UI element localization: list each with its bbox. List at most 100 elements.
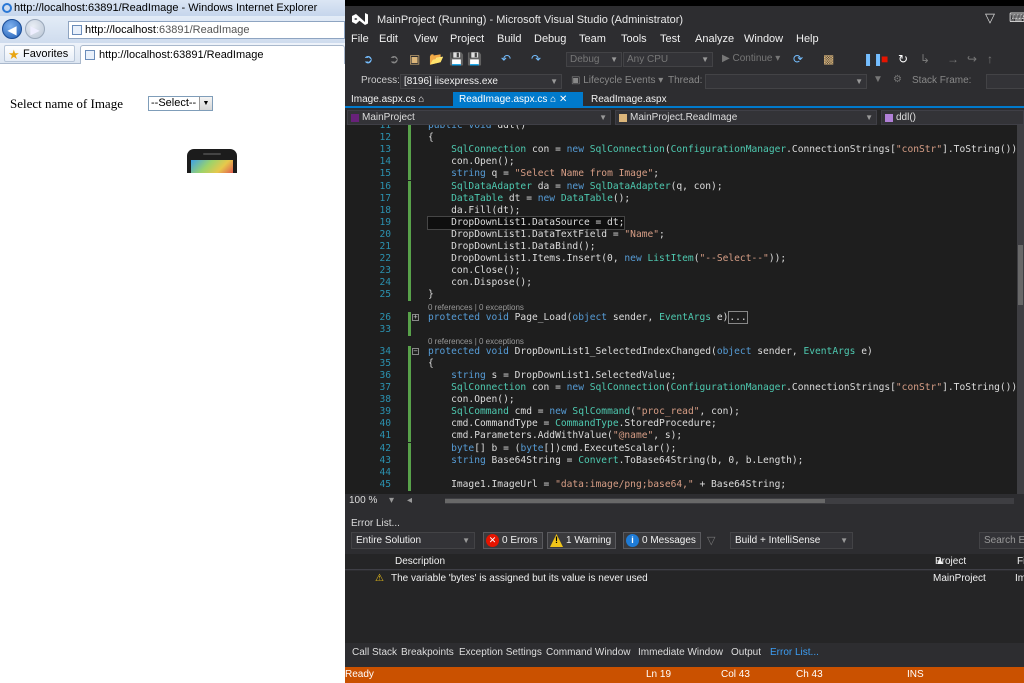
dropdown-arrow-icon[interactable]: ▼ bbox=[199, 97, 212, 110]
code-line[interactable]: 42 byte[] b = (byte[])cmd.ExecuteScalar(… bbox=[345, 442, 1017, 455]
open-file-icon[interactable]: 📂 bbox=[429, 52, 444, 66]
new-project-icon[interactable]: ▣ bbox=[409, 52, 420, 66]
messages-filter-button[interactable]: i 0 Messages bbox=[623, 532, 701, 549]
toggle-parallel-icon[interactable]: ⚙ bbox=[893, 74, 902, 85]
code-line[interactable]: 45 Image1.ImageUrl = "data:image/png;bas… bbox=[345, 478, 1017, 491]
menu-tools[interactable]: Tools bbox=[621, 33, 647, 45]
stop-icon[interactable]: ■ bbox=[881, 52, 888, 66]
code-line[interactable]: 26 + protected void Page_Load(object sende… bbox=[345, 310, 1017, 324]
menu-project[interactable]: Project bbox=[450, 33, 484, 45]
tab-readimage-aspx-cs[interactable]: ReadImage.aspx.cs ⌂ ✕ bbox=[453, 92, 583, 107]
pin-icon[interactable]: ⌂ bbox=[418, 94, 424, 105]
code-line[interactable]: 13 SqlConnection con = new SqlConnection… bbox=[345, 144, 1017, 157]
step-into-icon[interactable]: → bbox=[947, 52, 959, 66]
error-list-row[interactable]: ⚠ The variable 'bytes' is assigned but i… bbox=[345, 571, 1024, 586]
fold-toggle-icon[interactable]: − bbox=[412, 347, 419, 355]
lifecycle-events-button[interactable]: ▣ Lifecycle Events ▾ bbox=[571, 75, 663, 86]
thread-dropdown[interactable]: ▼ bbox=[705, 74, 867, 89]
filter-icon[interactable]: ▽ bbox=[985, 10, 995, 26]
code-line[interactable]: 41 cmd.Parameters.AddWithValue("@name", … bbox=[345, 430, 1017, 443]
menu-analyze[interactable]: Analyze bbox=[695, 33, 734, 45]
process-dropdown[interactable]: [8196] iisexpress.exe ▼ bbox=[400, 74, 562, 89]
code-line[interactable]: 39 SqlCommand cmd = new SqlCommand("proc… bbox=[345, 406, 1017, 419]
zoom-level[interactable]: 100 % bbox=[349, 495, 377, 506]
step-out-icon[interactable]: ↑ bbox=[987, 52, 993, 66]
code-line[interactable]: 36 string s = DropDownList1.SelectedValu… bbox=[345, 369, 1017, 382]
code-line[interactable]: 17 DataTable dt = new DataTable(); bbox=[345, 192, 1017, 205]
favorites-button[interactable]: ★ Favorites bbox=[4, 45, 76, 62]
code-line[interactable]: 44 bbox=[345, 466, 1017, 479]
code-line[interactable]: 15 string q = "Select Name from Image"; bbox=[345, 168, 1017, 181]
member-dropdown[interactable]: ddl() bbox=[881, 110, 1024, 125]
step-over-icon[interactable]: ↪ bbox=[967, 52, 977, 66]
code-line[interactable]: 43 string Base64String = Convert.ToBase6… bbox=[345, 454, 1017, 467]
code-line[interactable]: 40 cmd.CommandType = CommandType.StoredP… bbox=[345, 418, 1017, 431]
column-description[interactable]: Description bbox=[395, 554, 445, 570]
code-line[interactable]: 11 public void ddl() bbox=[345, 125, 1017, 132]
back-button[interactable]: ◀ bbox=[2, 19, 22, 39]
code-line[interactable]: 21 DropDownList1.DataBind(); bbox=[345, 241, 1017, 253]
browser-tab[interactable]: http://localhost:63891/ReadImage bbox=[80, 45, 345, 64]
code-line[interactable]: 12 { bbox=[345, 132, 1017, 145]
tab-image-aspx-cs[interactable]: Image.aspx.cs ⌂ bbox=[345, 92, 449, 107]
code-line[interactable]: 25} bbox=[345, 289, 1017, 302]
tab-command-window[interactable]: Command Window bbox=[546, 647, 630, 658]
tab-immediate-window[interactable]: Immediate Window bbox=[638, 647, 723, 658]
menu-build[interactable]: Build bbox=[497, 33, 521, 45]
code-line[interactable]: 37 SqlConnection con = new SqlConnection… bbox=[345, 382, 1017, 394]
undo-icon[interactable]: ↶ bbox=[501, 52, 511, 66]
close-icon[interactable]: ⌂ ✕ bbox=[550, 94, 567, 105]
platform-dropdown[interactable]: Any CPU ▼ bbox=[623, 52, 713, 67]
address-bar[interactable]: http://localhost:63891/ReadImage bbox=[68, 21, 345, 39]
fold-toggle-icon[interactable]: + bbox=[412, 313, 419, 321]
menu-team[interactable]: Team bbox=[579, 33, 606, 45]
stack-frame-dropdown[interactable] bbox=[986, 74, 1024, 89]
menu-window[interactable]: Window bbox=[744, 33, 783, 45]
scrollbar-thumb[interactable] bbox=[445, 499, 825, 503]
errors-filter-button[interactable]: ✕ 0 Errors bbox=[483, 532, 543, 549]
forward-button[interactable]: ▶ bbox=[25, 19, 45, 39]
error-list-search-input[interactable]: Search Err bbox=[979, 532, 1024, 549]
flag-threads-icon[interactable]: ▼ bbox=[873, 74, 883, 85]
tab-readimage-aspx[interactable]: ReadImage.aspx bbox=[585, 92, 685, 107]
tab-breakpoints[interactable]: Breakpoints bbox=[401, 647, 454, 658]
zoom-chevron-down-icon[interactable]: ▾ bbox=[389, 495, 394, 506]
tab-output[interactable]: Output bbox=[731, 647, 761, 658]
code-line[interactable]: 35 { bbox=[345, 357, 1017, 370]
column-file[interactable]: Fi bbox=[1017, 554, 1024, 570]
save-all-icon[interactable]: 💾 bbox=[467, 52, 482, 66]
code-line[interactable]: 23 con.Close(); bbox=[345, 265, 1017, 278]
restart-icon[interactable]: ↻ bbox=[898, 52, 908, 66]
forward-nav-icon[interactable]: ➲ bbox=[389, 52, 399, 66]
code-editor[interactable]: 11 public void ddl() 12 {13 SqlConnection c… bbox=[345, 125, 1017, 494]
code-line[interactable]: 22 DropDownList1.Items.Insert(0, new Lis… bbox=[345, 253, 1017, 266]
code-line[interactable]: 33 bbox=[345, 323, 1017, 336]
browser-link-icon[interactable]: ▩ bbox=[823, 52, 834, 66]
menu-file[interactable]: File bbox=[351, 33, 369, 45]
back-nav-icon[interactable]: ➲ bbox=[363, 52, 373, 66]
image-name-dropdown[interactable]: --Select-- ▼ bbox=[148, 96, 213, 111]
editor-horizontal-scrollbar[interactable] bbox=[445, 498, 1014, 504]
class-dropdown[interactable]: MainProject.ReadImage ▼ bbox=[615, 110, 877, 125]
code-line[interactable]: 19 DropDownList1.DataSource = dt; bbox=[345, 215, 1017, 230]
menu-test[interactable]: Test bbox=[660, 33, 680, 45]
project-dropdown[interactable]: MainProject ▼ bbox=[347, 110, 611, 125]
config-dropdown[interactable]: Debug ▼ bbox=[566, 52, 622, 67]
editor-vertical-scrollbar[interactable] bbox=[1017, 125, 1024, 494]
menu-view[interactable]: View bbox=[414, 33, 438, 45]
menu-debug[interactable]: Debug bbox=[534, 33, 566, 45]
code-line[interactable]: 20 DropDownList1.DataTextField = "Name"; bbox=[345, 228, 1017, 241]
scrollbar-thumb[interactable] bbox=[1018, 245, 1023, 305]
tab-call-stack[interactable]: Call Stack bbox=[352, 647, 397, 658]
code-line[interactable]: 34 − protected void DropDownList1_Selected… bbox=[345, 345, 1017, 358]
warnings-filter-button[interactable]: ! 1 Warning bbox=[547, 532, 617, 549]
scope-dropdown[interactable]: Entire Solution ▼ bbox=[351, 532, 475, 549]
menu-edit[interactable]: Edit bbox=[379, 33, 398, 45]
code-line[interactable]: 16 SqlDataAdapter da = new SqlDataAdapte… bbox=[345, 180, 1017, 193]
code-line[interactable]: 14 con.Open(); bbox=[345, 156, 1017, 169]
show-next-statement-icon[interactable]: ↳ bbox=[920, 52, 930, 66]
tab-error-list[interactable]: Error List... bbox=[770, 647, 819, 658]
tab-exception-settings[interactable]: Exception Settings bbox=[459, 647, 542, 658]
save-icon[interactable]: 💾 bbox=[449, 52, 464, 66]
code-line[interactable]: 38 con.Open(); bbox=[345, 394, 1017, 407]
